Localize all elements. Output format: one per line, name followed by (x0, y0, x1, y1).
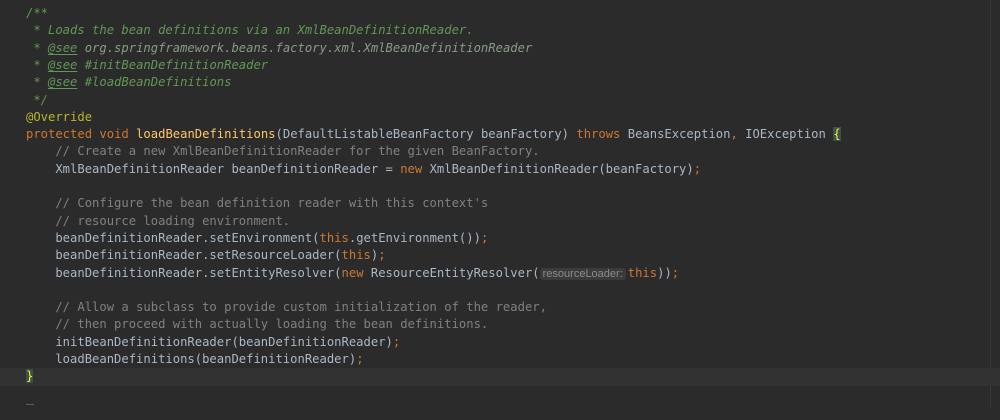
javadoc-see-ref[interactable]: org.springframework.beans.factory.xml.Xm… (77, 41, 533, 55)
keyword-new: new (341, 265, 364, 280)
method-name-loadBeanDefinitions[interactable]: loadBeanDefinitions (136, 127, 275, 141)
matched-close-brace: } (26, 369, 34, 384)
code-line-1[interactable]: /** (0, 5, 1000, 22)
parameter-name-hint: resourceLoader: (539, 267, 626, 280)
javadoc-close: */ (26, 92, 49, 107)
line-comment: // then proceed with actually loading th… (26, 317, 489, 332)
code-line-5[interactable]: * @see #loadBeanDefinitions (0, 74, 1000, 91)
fold-marker[interactable] (26, 404, 34, 405)
javadoc-see-tag: @see (48, 75, 78, 90)
javadoc-prefix: * (26, 75, 49, 90)
code-line-8[interactable]: protected void loadBeanDefinitions(Defau… (0, 126, 1000, 143)
keyword-this: this (319, 230, 349, 245)
keyword-throws: throws (576, 127, 621, 142)
method-parameters: (DefaultListableBeanFactory beanFactory) (275, 127, 577, 142)
code-line-21[interactable]: loadBeanDefinitions(beanDefinitionReader… (0, 351, 1000, 368)
matched-open-brace: { (833, 127, 841, 142)
code-line-22-current[interactable]: } (0, 368, 1000, 386)
code-line-17[interactable] (0, 282, 1000, 299)
keyword-new: new (400, 161, 423, 176)
code-editor[interactable]: /** * Loads the bean definitions via an … (0, 0, 1000, 408)
keyword-this: this (341, 248, 371, 263)
code-line-11[interactable] (0, 178, 1000, 195)
line-comment: // Allow a subclass to provide custom in… (26, 300, 547, 315)
code-line-12[interactable]: // Configure the bean definition reader … (0, 195, 1000, 212)
line-comment: // resource loading environment. (26, 213, 291, 228)
javadoc-prefix: * (26, 57, 49, 72)
code-line-20[interactable]: initBeanDefinitionReader(beanDefinitionR… (0, 334, 1000, 351)
keyword-this: this (627, 265, 658, 280)
code-line-19[interactable]: // then proceed with actually loading th… (0, 316, 1000, 333)
code-line-7[interactable]: @Override (0, 109, 1000, 126)
javadoc-open: /** (26, 6, 49, 20)
code-line-18[interactable]: // Allow a subclass to provide custom in… (0, 299, 1000, 316)
code-line-9[interactable]: // Create a new XmlBeanDefinitionReader … (0, 143, 1000, 160)
javadoc-see-tag: @see (48, 57, 78, 72)
keyword-protected: protected (26, 127, 93, 142)
keyword-void: void (99, 127, 129, 142)
code-line-4[interactable]: * @see #initBeanDefinitionReader (0, 57, 1000, 74)
javadoc-see-tag: @see (48, 40, 78, 55)
line-comment: // Create a new XmlBeanDefinitionReader … (26, 144, 540, 159)
code-line-14[interactable]: beanDefinitionReader.setEnvironment(this… (0, 230, 1000, 247)
code-line-6[interactable]: */ (0, 92, 1000, 109)
code-line-10[interactable]: XmlBeanDefinitionReader beanDefinitionRe… (0, 161, 1000, 178)
code-line-3[interactable]: * @see org.springframework.beans.factory… (0, 40, 1000, 57)
javadoc-prefix: * (26, 40, 49, 55)
code-line-15[interactable]: beanDefinitionReader.setResourceLoader(t… (0, 247, 1000, 264)
javadoc-see-ref[interactable]: #loadBeanDefinitions (77, 75, 232, 89)
code-line-2[interactable]: * Loads the bean definitions via an XmlB… (0, 22, 1000, 39)
exception-type[interactable]: BeansException (620, 127, 731, 141)
exception-type[interactable]: IOException (738, 127, 833, 141)
javadoc-text: * Loads the bean definitions via an XmlB… (26, 23, 474, 38)
override-annotation[interactable]: @Override (26, 110, 92, 124)
javadoc-see-ref[interactable]: #initBeanDefinitionReader (77, 58, 268, 72)
code-line-13[interactable]: // resource loading environment. (0, 213, 1000, 230)
code-line-16[interactable]: beanDefinitionReader.setEntityResolver(n… (0, 265, 1000, 282)
line-comment: // Configure the bean definition reader … (26, 196, 489, 211)
